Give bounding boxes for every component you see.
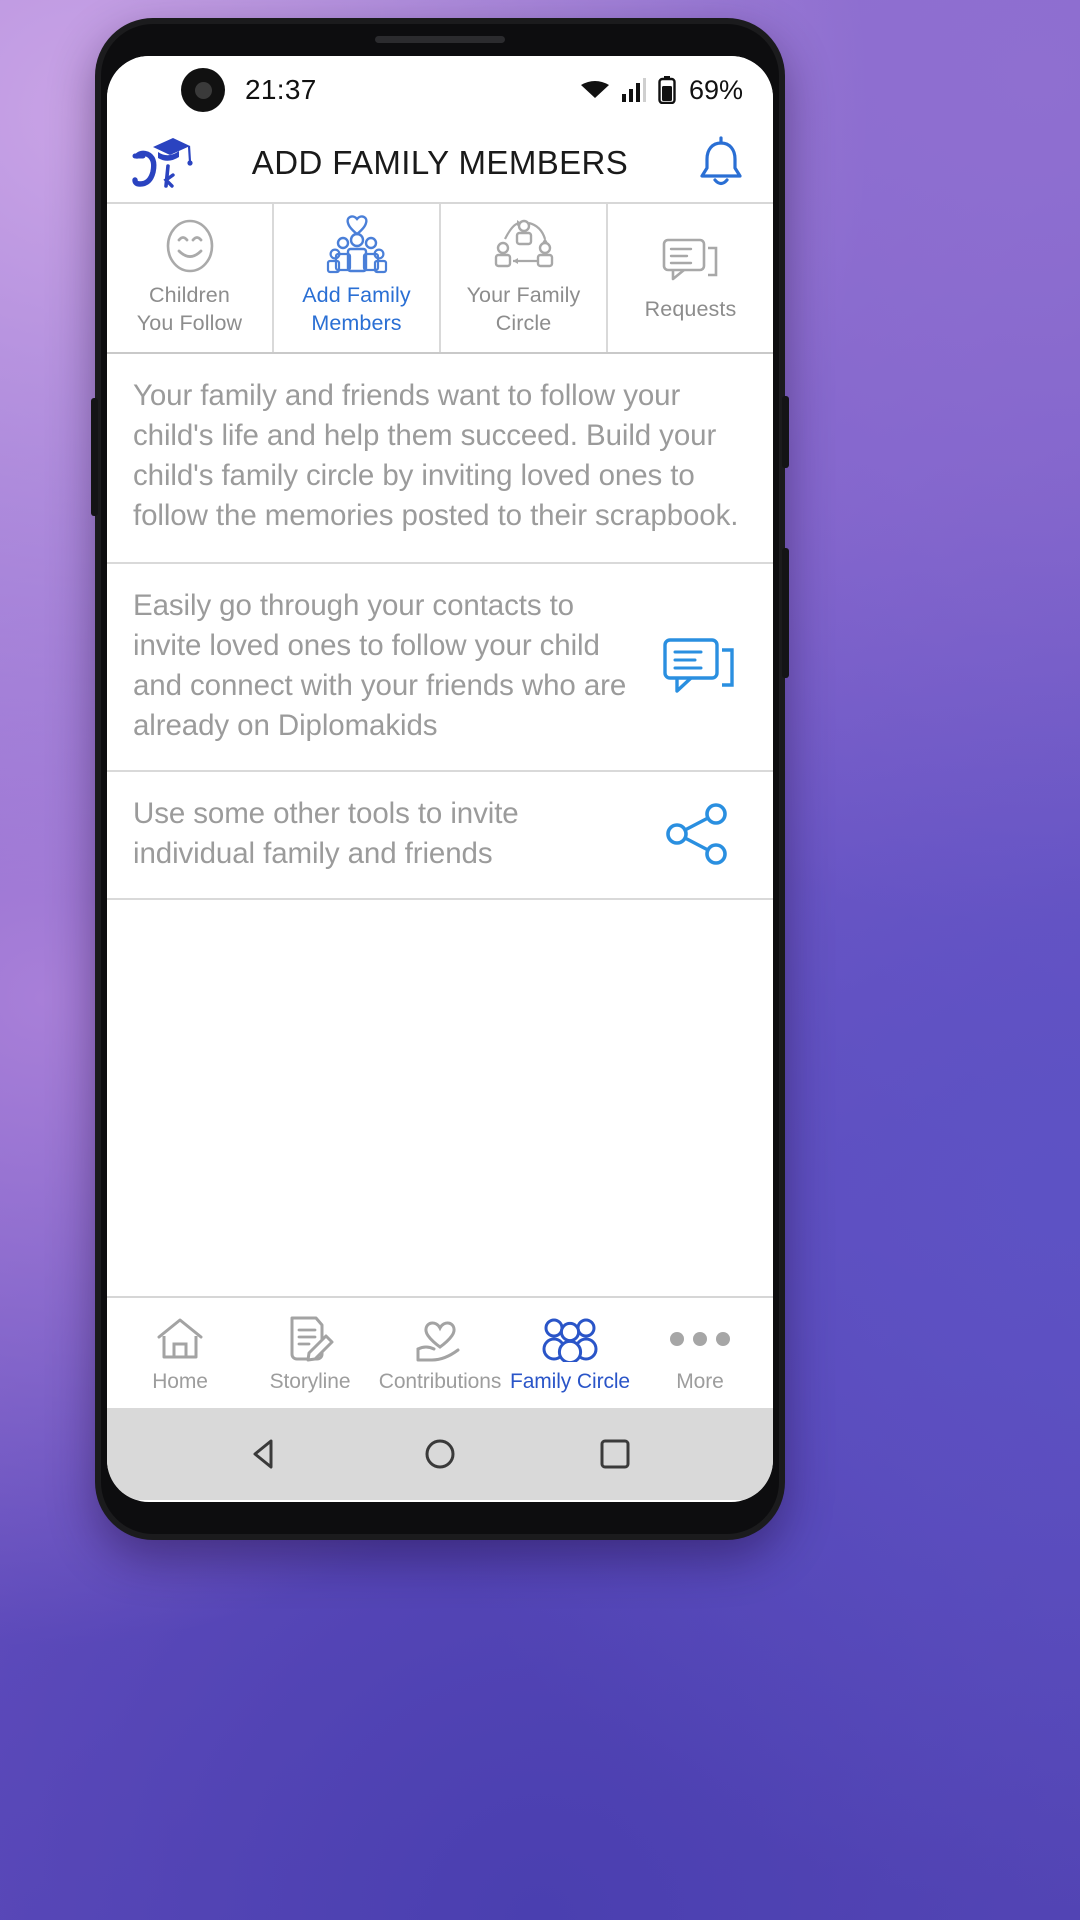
- phone-device-frame: 21:37 69% ADD FAMILY MEMBERS Children Yo…: [91, 18, 789, 1540]
- nav-item-home[interactable]: Home: [115, 1315, 245, 1394]
- diplomakids-logo[interactable]: [129, 132, 195, 194]
- nav-item-family-circle[interactable]: Family Circle: [505, 1315, 635, 1394]
- notification-bell-icon[interactable]: [695, 135, 747, 191]
- back-triangle-icon[interactable]: [246, 1435, 284, 1473]
- status-bar: 21:37 69%: [107, 56, 773, 124]
- nav-label: More: [676, 1370, 724, 1394]
- tab-label: Children You Follow: [136, 282, 243, 335]
- section-tabs: Children You Follow Add Family Members Y…: [107, 202, 773, 354]
- tab-children-you-follow[interactable]: Children You Follow: [107, 204, 274, 352]
- info-card-contacts-invite[interactable]: Easily go through your contacts to invit…: [107, 564, 773, 772]
- battery-percentage: 69%: [688, 74, 743, 105]
- home-circle-icon[interactable]: [421, 1435, 459, 1473]
- tab-add-family-members[interactable]: Add Family Members: [274, 204, 441, 352]
- card-text: Use some other tools to invite individua…: [133, 796, 519, 870]
- content-area: Your family and friends want to follow y…: [107, 354, 773, 1298]
- nav-item-contributions[interactable]: Contributions: [375, 1315, 505, 1394]
- earpiece-speaker: [375, 36, 505, 43]
- people-group-icon: [541, 1315, 599, 1363]
- status-time: 21:37: [245, 74, 317, 105]
- home-icon: [154, 1315, 206, 1363]
- info-card-other-tools[interactable]: Use some other tools to invite individua…: [107, 772, 773, 900]
- tab-label: Requests: [644, 296, 737, 321]
- bottom-navigation: Home Storyline Contributions Family Circ…: [107, 1297, 773, 1408]
- empty-content-space: [107, 899, 773, 1298]
- nav-label: Storyline: [269, 1370, 351, 1394]
- card-text: Your family and friends want to follow y…: [133, 379, 739, 532]
- info-card-intro: Your family and friends want to follow y…: [107, 354, 773, 564]
- family-heart-icon: [324, 215, 390, 277]
- cellular-signal-icon: [621, 77, 647, 103]
- tab-label: Add Family Members: [302, 282, 411, 335]
- heart-hand-icon: [412, 1315, 468, 1363]
- front-camera-punch-hole: [181, 68, 225, 112]
- page-title: ADD FAMILY MEMBERS: [251, 144, 629, 181]
- document-pencil-icon: [284, 1315, 336, 1363]
- tab-your-family-circle[interactable]: Your Family Circle: [441, 204, 608, 352]
- tab-requests[interactable]: Requests: [608, 204, 773, 352]
- nav-label: Home: [152, 1370, 208, 1394]
- phone-screen: 21:37 69% ADD FAMILY MEMBERS Children Yo…: [107, 56, 773, 1502]
- smiley-face-icon: [159, 219, 221, 277]
- android-system-navigation-bar: [107, 1407, 773, 1500]
- card-text: Easily go through your contacts to invit…: [133, 588, 627, 742]
- more-dots-icon: [670, 1315, 730, 1363]
- nav-item-storyline[interactable]: Storyline: [245, 1315, 375, 1394]
- wifi-icon: [580, 78, 610, 102]
- tab-label: Your Family Circle: [466, 282, 581, 335]
- nav-label: Contributions: [378, 1370, 502, 1394]
- status-icons: 69%: [580, 75, 743, 106]
- chat-bubbles-icon: [661, 238, 721, 291]
- family-circle-network-icon: [493, 219, 555, 277]
- volume-button[interactable]: [91, 398, 98, 516]
- share-nodes-icon[interactable]: [651, 801, 747, 867]
- app-header: ADD FAMILY MEMBERS: [107, 124, 773, 202]
- power-button[interactable]: [782, 396, 789, 468]
- chat-bubbles-icon[interactable]: [651, 633, 747, 699]
- nav-item-more[interactable]: More: [635, 1315, 765, 1394]
- recents-square-icon[interactable]: [596, 1435, 634, 1473]
- battery-icon: [658, 76, 676, 104]
- nav-label: Family Circle: [509, 1370, 631, 1394]
- side-button[interactable]: [782, 548, 789, 678]
